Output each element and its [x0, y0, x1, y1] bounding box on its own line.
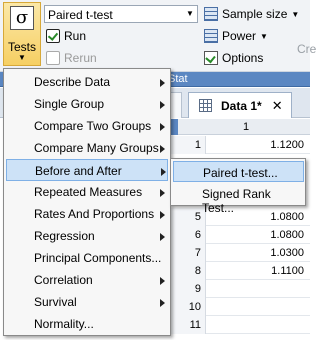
- menu-item-label: Compare Many Groups: [34, 141, 159, 155]
- menu-item-compare-two-groups[interactable]: Compare Two Groups: [6, 115, 168, 137]
- chevron-right-icon: [160, 123, 165, 131]
- tests-menu: Describe Data Single Group Compare Two G…: [3, 68, 171, 336]
- tab-label: Data 1*: [221, 98, 262, 113]
- menu-item-label: Principal Components...: [34, 251, 162, 265]
- table-icon: [204, 7, 218, 21]
- sigma-icon: σ: [10, 6, 34, 30]
- menu-item-principal-components[interactable]: Principal Components...: [6, 247, 168, 269]
- row-number[interactable]: 1: [170, 136, 206, 154]
- chevron-right-icon: [160, 101, 165, 109]
- menu-item-normality[interactable]: Normality...: [6, 313, 168, 335]
- power-button[interactable]: Power ▼: [204, 27, 268, 45]
- table-icon: [204, 29, 218, 43]
- cell-value[interactable]: 1.0800: [210, 226, 304, 244]
- chevron-right-icon: [160, 189, 165, 197]
- chevron-right-icon: [160, 145, 165, 153]
- tests-button[interactable]: σ Tests ▼: [3, 2, 41, 66]
- tab-data-1[interactable]: Data 1* ✕: [188, 92, 292, 118]
- ribbon: σ Tests ▼ Paired t-test ▼ Run Rerun Samp…: [0, 0, 316, 72]
- table-row: 8 1.1100: [170, 262, 310, 280]
- chevron-down-icon: ▼: [291, 9, 300, 19]
- rerun-label: Rerun: [64, 51, 97, 65]
- menu-item-label: Paired t-test...: [203, 166, 278, 180]
- test-select[interactable]: Paired t-test ▼: [44, 5, 198, 23]
- menu-item-label: Regression: [34, 229, 95, 243]
- before-after-submenu: Paired t-test... Signed Rank Test...: [170, 158, 306, 215]
- menu-item-paired-t-test[interactable]: Paired t-test...: [173, 161, 304, 182]
- sample-size-label: Sample size: [222, 7, 288, 21]
- menu-item-repeated-measures[interactable]: Repeated Measures: [6, 181, 168, 203]
- menu-item-regression[interactable]: Regression: [6, 225, 168, 247]
- table-row: 9: [170, 280, 310, 298]
- menu-item-rates-and-proportions[interactable]: Rates And Proportions: [6, 203, 168, 225]
- grid-column-header: 1: [170, 119, 310, 135]
- datasheet-icon: [199, 99, 212, 112]
- cell-value[interactable]: 1.0300: [210, 244, 304, 262]
- power-label: Power: [222, 29, 257, 43]
- menu-item-survival[interactable]: Survival: [6, 291, 168, 313]
- menu-item-single-group[interactable]: Single Group: [6, 93, 168, 115]
- row-number[interactable]: 7: [170, 244, 206, 262]
- tab-stub[interactable]: [170, 92, 182, 118]
- menu-item-label: Survival: [34, 295, 77, 309]
- menu-item-correlation[interactable]: Correlation: [6, 269, 168, 291]
- row-number[interactable]: 9: [170, 280, 206, 298]
- chevron-right-icon: [160, 277, 165, 285]
- options-icon: [204, 51, 218, 65]
- chevron-down-icon[interactable]: ▼: [183, 6, 197, 22]
- sample-size-button[interactable]: Sample size ▼: [204, 5, 299, 23]
- run-icon: [46, 29, 60, 43]
- table-row: 6 1.0800: [170, 226, 310, 244]
- menu-item-before-and-after[interactable]: Before and After: [6, 159, 168, 181]
- cell-value[interactable]: 1.1200: [210, 136, 304, 154]
- chevron-right-icon: [161, 168, 166, 176]
- chevron-right-icon: [160, 299, 165, 307]
- grid-corner[interactable]: [170, 119, 178, 135]
- chevron-down-icon: ▼: [260, 31, 268, 41]
- column-header-1[interactable]: 1: [182, 121, 310, 133]
- row-number[interactable]: 11: [170, 316, 206, 334]
- row-number[interactable]: 5: [170, 208, 206, 226]
- options-button[interactable]: Options: [204, 49, 263, 67]
- test-select-value: Paired t-test: [48, 8, 113, 22]
- tests-label: Tests: [7, 40, 36, 54]
- run-label: Run: [64, 29, 87, 43]
- ribbon-group-partial-label: Cre: [297, 42, 317, 56]
- menu-item-label: Normality...: [34, 317, 94, 331]
- rerun-button[interactable]: Rerun: [46, 49, 97, 67]
- menu-item-label: Compare Two Groups: [34, 119, 152, 133]
- row-number[interactable]: 6: [170, 226, 206, 244]
- menu-item-label: Describe Data: [34, 75, 111, 89]
- menu-item-compare-many-groups[interactable]: Compare Many Groups: [6, 137, 168, 159]
- menu-item-label: Before and After: [35, 164, 122, 178]
- chevron-right-icon: [160, 211, 165, 219]
- row-number[interactable]: 8: [170, 262, 206, 280]
- table-row: 1 1.1200: [170, 136, 310, 154]
- chevron-down-icon: ▼: [18, 53, 26, 62]
- menu-item-signed-rank-test[interactable]: Signed Rank Test...: [173, 183, 304, 215]
- close-icon[interactable]: ✕: [272, 98, 283, 114]
- chevron-right-icon: [160, 79, 165, 87]
- table-row: 11: [170, 316, 310, 334]
- table-row: 10: [170, 298, 310, 316]
- options-label: Options: [222, 51, 264, 65]
- cell-value[interactable]: 1.1100: [210, 262, 304, 280]
- menu-item-label: Signed Rank Test...: [202, 187, 271, 215]
- menu-item-label: Repeated Measures: [34, 185, 143, 199]
- row-number[interactable]: 10: [170, 298, 206, 316]
- menu-item-label: Rates And Proportions: [34, 207, 155, 221]
- menu-item-describe-data[interactable]: Describe Data: [6, 71, 168, 93]
- chevron-right-icon: [160, 233, 165, 241]
- menu-item-label: Single Group: [34, 97, 105, 111]
- rerun-icon: [46, 51, 60, 65]
- run-button[interactable]: Run: [46, 27, 86, 45]
- table-row: 7 1.0300: [170, 244, 310, 262]
- menu-item-label: Correlation: [34, 273, 93, 287]
